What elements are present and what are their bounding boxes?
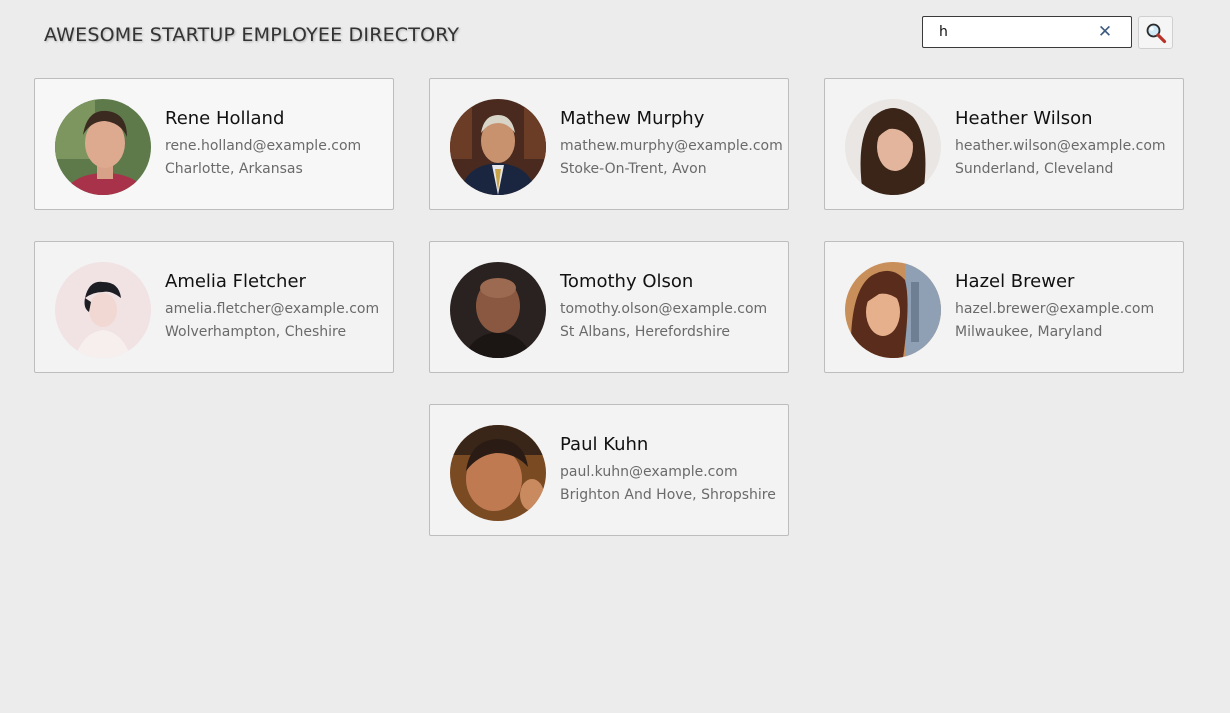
employee-card[interactable]: Hazel Brewer hazel.brewer@example.com Mi… <box>824 241 1184 373</box>
magnifier-icon <box>1146 23 1166 43</box>
employee-name: Paul Kuhn <box>560 434 649 455</box>
avatar <box>845 262 941 358</box>
employee-name: Tomothy Olson <box>560 271 694 292</box>
search-input[interactable] <box>933 17 1093 47</box>
employee-location: Wolverhampton, Cheshire <box>165 324 347 340</box>
employee-card[interactable]: Tomothy Olson tomothy.olson@example.com … <box>429 241 789 373</box>
employee-location: Brighton And Hove, Shropshire <box>560 487 776 503</box>
avatar <box>55 99 151 195</box>
employee-name: Mathew Murphy <box>560 108 705 129</box>
employee-email: amelia.fletcher@example.com <box>165 301 380 317</box>
employee-location: Sunderland, Cleveland <box>955 161 1114 177</box>
close-icon[interactable]: ✕ <box>1095 22 1115 42</box>
employee-card[interactable]: Rene Holland rene.holland@example.com Ch… <box>34 78 394 210</box>
employee-card[interactable]: Heather Wilson heather.wilson@example.co… <box>824 78 1184 210</box>
page-title: AWESOME STARTUP EMPLOYEE DIRECTORY <box>44 24 460 46</box>
employee-directory-page: AWESOME STARTUP EMPLOYEE DIRECTORY ✕ Ren… <box>0 0 1230 713</box>
employee-name: Heather Wilson <box>955 108 1093 129</box>
employee-location: Charlotte, Arkansas <box>165 161 303 177</box>
employee-email: mathew.murphy@example.com <box>560 138 783 154</box>
employee-location: Stoke-On-Trent, Avon <box>560 161 707 177</box>
search-button[interactable] <box>1138 16 1173 49</box>
avatar <box>845 99 941 195</box>
avatar <box>450 99 546 195</box>
avatar <box>450 425 546 521</box>
employee-location: St Albans, Herefordshire <box>560 324 731 340</box>
employee-card[interactable]: Paul Kuhn paul.kuhn@example.com Brighton… <box>429 404 789 536</box>
employee-email: tomothy.olson@example.com <box>560 301 768 317</box>
avatar <box>55 262 151 358</box>
employee-card[interactable]: Mathew Murphy mathew.murphy@example.com … <box>429 78 789 210</box>
employee-email: paul.kuhn@example.com <box>560 464 738 480</box>
search-box[interactable]: ✕ <box>922 16 1132 48</box>
employee-name: Hazel Brewer <box>955 271 1075 292</box>
employee-email: heather.wilson@example.com <box>955 138 1166 154</box>
employee-card[interactable]: Amelia Fletcher amelia.fletcher@example.… <box>34 241 394 373</box>
employee-name: Amelia Fletcher <box>165 271 306 292</box>
employee-email: rene.holland@example.com <box>165 138 362 154</box>
avatar <box>450 262 546 358</box>
employee-name: Rene Holland <box>165 108 285 129</box>
employee-email: hazel.brewer@example.com <box>955 301 1155 317</box>
employee-location: Milwaukee, Maryland <box>955 324 1103 340</box>
